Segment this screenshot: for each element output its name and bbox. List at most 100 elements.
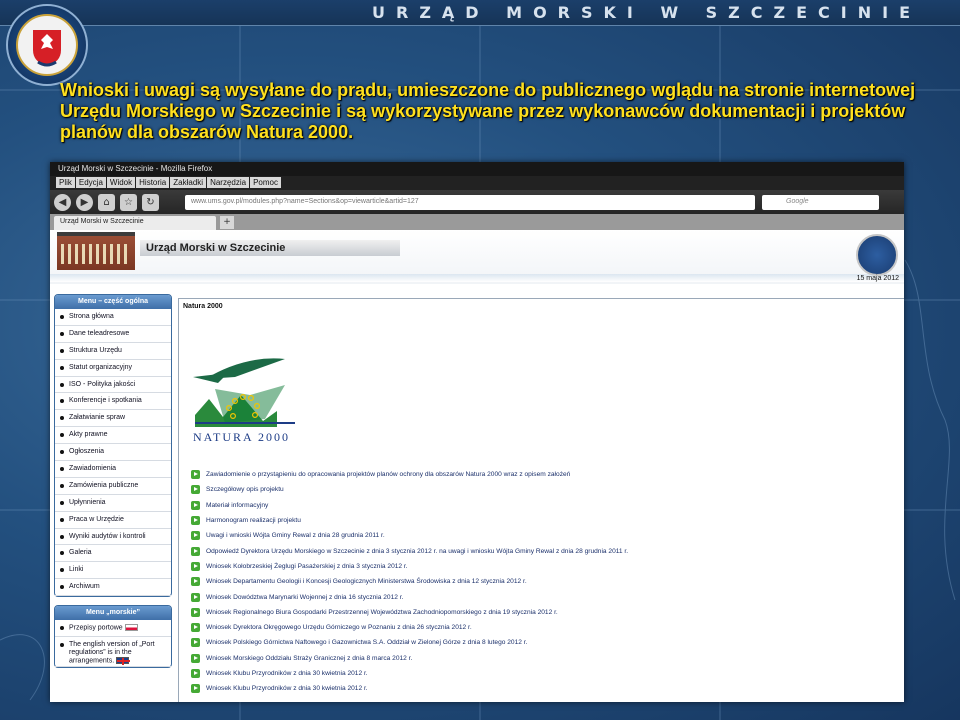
document-link[interactable]: Wniosek Departamentu Geologii i Koncesji…	[191, 574, 901, 589]
bullet-icon	[60, 568, 64, 573]
sidebar-item-przepisy-portowe[interactable]: Przepisy portowe	[55, 620, 171, 638]
sidebar-item[interactable]: Ogłoszenia	[55, 444, 171, 462]
bullet-icon	[60, 517, 64, 522]
sidebar-item[interactable]: Statut organizacyjny	[55, 360, 171, 377]
document-link[interactable]: Wniosek Dowództwa Marynarki Wojennej z d…	[191, 589, 901, 604]
site-title: Urząd Morski w Szczecinie	[140, 240, 400, 256]
document-link[interactable]: Uwagi i wnioski Wójta Gminy Rewal z dnia…	[191, 528, 901, 543]
tab-strip: Urząd Morski w Szczecinie +	[50, 214, 904, 230]
sidebar-item[interactable]: Zawiadomienia	[55, 461, 171, 478]
bookmark-star-icon[interactable]: ☆	[120, 194, 137, 211]
marine-menu-box: Menu „morskie” Przepisy portowe The engl…	[54, 605, 172, 669]
bullet-icon	[60, 467, 64, 472]
menu-widok[interactable]: Widok	[106, 177, 136, 188]
back-arrow-icon[interactable]: ◀	[54, 194, 71, 211]
document-link[interactable]: Wniosek Klubu Przyrodników z dnia 30 kwi…	[191, 681, 901, 696]
sidebar-item[interactable]: Upłynnienia	[55, 495, 171, 512]
document-link[interactable]: Wniosek Kołobrzeskiej Żeglugi Pasażerski…	[191, 559, 901, 574]
search-input[interactable]: Google	[762, 195, 879, 210]
marine-menu-title: Menu „morskie”	[55, 606, 171, 621]
reload-icon[interactable]: ↻	[142, 194, 159, 211]
green-arrow-icon	[191, 531, 200, 541]
document-link[interactable]: Zawiadomienie o przystąpieniu do opracow…	[191, 467, 901, 482]
page-title: Natura 2000	[183, 303, 223, 310]
green-arrow-icon	[191, 500, 200, 510]
menu-narzedzia[interactable]: Narzędzia	[207, 177, 250, 188]
green-arrow-icon	[191, 607, 200, 617]
new-tab-button[interactable]: +	[220, 216, 234, 229]
maritime-office-emblem	[6, 4, 88, 86]
bullet-icon	[60, 450, 64, 455]
sidebar-item[interactable]: Archiwum	[55, 579, 171, 597]
window-titlebar: Urząd Morski w Szczecinie - Mozilla Fire…	[50, 162, 904, 176]
natura-logo-text: NATURA 2000	[193, 430, 290, 444]
browser-menubar: Plik Edycja Widok Historia Zakładki Narz…	[50, 176, 904, 190]
document-link[interactable]: Harmonogram realizacji projektu	[191, 513, 901, 528]
sidebar-item[interactable]: Strona główna	[55, 309, 171, 326]
site-header: Urząd Morski w Szczecinie 15 maja 2012	[50, 230, 904, 284]
main-content: Natura 2000 NATURA 2000 Zawiadomienie o …	[178, 298, 904, 702]
bullet-icon	[60, 365, 64, 370]
address-bar[interactable]: www.ums.gov.pl/modules.php?name=Sections…	[185, 195, 755, 210]
site-date: 15 maja 2012	[856, 275, 899, 282]
document-link[interactable]: Wniosek Morskiego Oddziału Straży Granic…	[191, 651, 901, 666]
green-arrow-icon	[191, 592, 200, 602]
green-arrow-icon	[191, 684, 200, 694]
navigation-toolbar: ◀ ▶ ⌂ ☆ ↻ www.ums.gov.pl/modules.php?nam…	[50, 190, 904, 214]
sidebar-item[interactable]: Wyniki audytów i kontroli	[55, 529, 171, 546]
slide-header-bar: URZĄD MORSKI W SZCZECINIE	[0, 0, 960, 26]
home-icon[interactable]: ⌂	[98, 194, 115, 211]
sidebar-item[interactable]: Zamówienia publiczne	[55, 478, 171, 495]
sidebar-item[interactable]: Konferencje i spotkania	[55, 393, 171, 411]
sidebar-item[interactable]: Galeria	[55, 545, 171, 563]
green-arrow-icon	[191, 470, 200, 480]
bullet-icon	[60, 551, 64, 556]
tab-label: Urząd Morski w Szczecinie	[60, 218, 144, 225]
green-arrow-icon	[191, 577, 200, 587]
green-arrow-icon	[191, 669, 200, 678]
document-links-list: Zawiadomienie o przystąpieniu do opracow…	[191, 467, 901, 696]
green-arrow-icon	[191, 485, 200, 495]
bullet-icon	[60, 399, 64, 404]
sidebar-item[interactable]: Akty prawne	[55, 427, 171, 445]
forward-arrow-icon[interactable]: ▶	[76, 194, 93, 211]
bullet-icon	[60, 416, 64, 421]
sidebar-item[interactable]: ISO - Polityka jakości	[55, 377, 171, 394]
sidebar-item[interactable]: Struktura Urzędu	[55, 343, 171, 360]
document-link[interactable]: Wniosek Klubu Przyrodników z dnia 30 kwi…	[191, 666, 901, 681]
sidebar-item[interactable]: Praca w Urzędzie	[55, 512, 171, 529]
building-photo	[57, 232, 135, 270]
natura-2000-logo: NATURA 2000	[193, 358, 295, 444]
window-title: Urząd Morski w Szczecinie - Mozilla Fire…	[58, 164, 213, 173]
green-arrow-icon	[191, 638, 200, 648]
menu-pomoc[interactable]: Pomoc	[250, 177, 281, 188]
menu-zakladki[interactable]: Zakładki	[170, 177, 207, 188]
bullet-icon	[60, 382, 64, 387]
menu-edycja[interactable]: Edycja	[75, 177, 106, 188]
document-link[interactable]: Szczegółowy opis projektu	[191, 482, 901, 497]
document-link[interactable]: Materiał informacyjny	[191, 498, 901, 513]
sidebar-item[interactable]: Linki	[55, 562, 171, 580]
green-arrow-icon	[191, 653, 200, 663]
site-emblem-icon	[856, 234, 898, 276]
bullet-icon	[60, 331, 64, 336]
tab-urzad-morski[interactable]: Urząd Morski w Szczecinie	[54, 216, 216, 230]
bullet-icon	[60, 348, 64, 353]
document-link[interactable]: Wniosek Dyrektora Okręgowego Urzędu Górn…	[191, 620, 901, 635]
bullet-icon	[60, 483, 64, 488]
bullet-icon	[60, 643, 64, 648]
uk-flag-icon	[116, 657, 131, 666]
sidebar-item-english-regulations[interactable]: The english version of „Port regulations…	[55, 637, 171, 668]
bullet-icon	[60, 500, 64, 505]
menu-plik[interactable]: Plik	[56, 177, 75, 188]
document-link[interactable]: Odpowiedź Dyrektora Urzędu Morskiego w S…	[191, 543, 901, 558]
document-link[interactable]: Wniosek Polskiego Górnictwa Naftowego i …	[191, 635, 901, 650]
document-link[interactable]: Wniosek Regionalnego Biura Gospodarki Pr…	[191, 605, 901, 620]
sidebar-item[interactable]: Dane teleadresowe	[55, 326, 171, 343]
browser-screenshot: Urząd Morski w Szczecinie - Mozilla Fire…	[50, 162, 904, 702]
bullet-icon	[60, 626, 64, 631]
general-menu-list: Strona główna Dane teleadresowe Struktura …	[55, 309, 171, 597]
bullet-icon	[60, 433, 64, 438]
sidebar-item[interactable]: Załatwianie spraw	[55, 410, 171, 428]
menu-historia[interactable]: Historia	[136, 177, 170, 188]
